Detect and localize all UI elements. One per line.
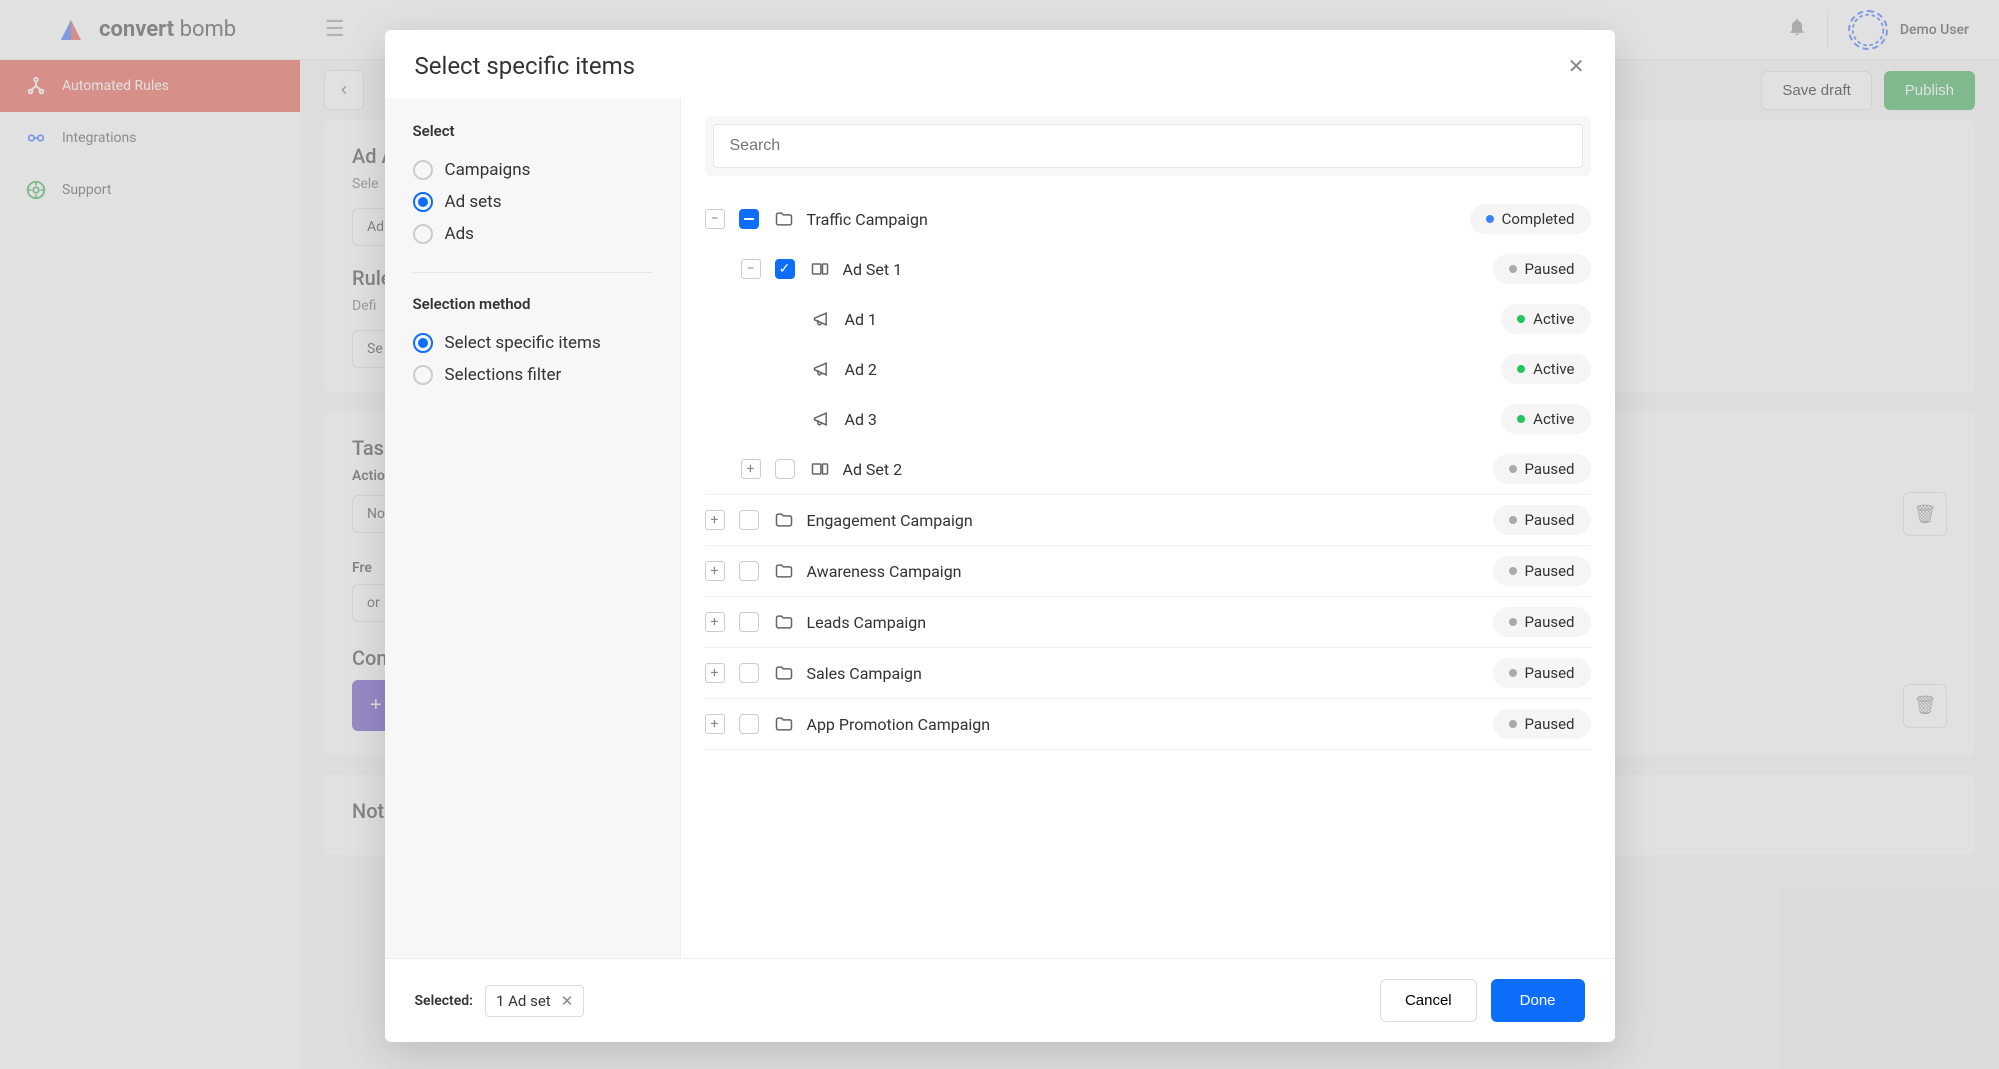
status-badge: Paused bbox=[1493, 505, 1591, 535]
checkbox[interactable] bbox=[775, 459, 795, 479]
status-badge: Active bbox=[1501, 304, 1590, 334]
expand-icon[interactable]: + bbox=[741, 459, 761, 479]
radio-adsets[interactable]: Ad sets bbox=[413, 186, 652, 218]
status-badge: Paused bbox=[1493, 709, 1591, 739]
radio-icon bbox=[413, 192, 433, 212]
node-label: Awareness Campaign bbox=[807, 562, 962, 581]
selected-label: Selected: bbox=[415, 993, 473, 1009]
radio-campaigns[interactable]: Campaigns bbox=[413, 154, 652, 186]
status-badge: Active bbox=[1501, 354, 1590, 384]
tree-node-adset[interactable]: + Ad Set 2 Paused bbox=[705, 444, 1591, 495]
checkbox-checked[interactable]: ✓ bbox=[775, 259, 795, 279]
checkbox[interactable] bbox=[739, 612, 759, 632]
expand-icon[interactable]: + bbox=[705, 714, 725, 734]
status-badge: Paused bbox=[1493, 556, 1591, 586]
radio-icon bbox=[413, 365, 433, 385]
megaphone-icon bbox=[811, 358, 833, 380]
tree-node-campaign[interactable]: + Engagement Campaign Paused bbox=[705, 495, 1591, 546]
tree-node-campaign[interactable]: + Sales Campaign Paused bbox=[705, 648, 1591, 699]
tree-node-campaign[interactable]: + App Promotion Campaign Paused bbox=[705, 699, 1591, 750]
radio-filter[interactable]: Selections filter bbox=[413, 359, 652, 391]
radio-specific[interactable]: Select specific items bbox=[413, 327, 652, 359]
expand-icon[interactable]: + bbox=[705, 561, 725, 581]
checkbox[interactable] bbox=[739, 510, 759, 530]
node-label: Engagement Campaign bbox=[807, 511, 973, 530]
select-label: Select bbox=[413, 122, 652, 140]
folder-icon bbox=[773, 509, 795, 531]
done-button[interactable]: Done bbox=[1491, 979, 1585, 1022]
node-label: Ad 3 bbox=[845, 410, 877, 429]
search-input[interactable] bbox=[713, 124, 1583, 168]
radio-ads[interactable]: Ads bbox=[413, 218, 652, 250]
radio-icon bbox=[413, 333, 433, 353]
method-label: Selection method bbox=[413, 295, 652, 313]
folder-icon bbox=[773, 611, 795, 633]
node-label: Ad 2 bbox=[845, 360, 877, 379]
folder-icon bbox=[773, 208, 795, 230]
expand-icon[interactable]: + bbox=[705, 663, 725, 683]
status-badge: Paused bbox=[1493, 454, 1591, 484]
selected-chip: 1 Ad set ✕ bbox=[485, 985, 584, 1017]
expand-icon[interactable]: + bbox=[705, 612, 725, 632]
collapse-icon[interactable]: − bbox=[741, 259, 761, 279]
checkbox-indeterminate[interactable] bbox=[739, 209, 759, 229]
tree-node-adset[interactable]: − ✓ Ad Set 1 Paused bbox=[705, 244, 1591, 294]
tree-node-ad[interactable]: Ad 3 Active bbox=[705, 394, 1591, 444]
status-badge: Paused bbox=[1493, 607, 1591, 637]
folder-icon bbox=[773, 662, 795, 684]
node-label: App Promotion Campaign bbox=[807, 715, 991, 734]
tree-node-ad[interactable]: Ad 1 Active bbox=[705, 294, 1591, 344]
node-label: Leads Campaign bbox=[807, 613, 927, 632]
node-label: Sales Campaign bbox=[807, 664, 922, 683]
modal-main: − Traffic Campaign Completed − ✓ Ad Set … bbox=[681, 98, 1615, 958]
tree-node-ad[interactable]: Ad 2 Active bbox=[705, 344, 1591, 394]
radio-icon bbox=[413, 160, 433, 180]
modal-title: Select specific items bbox=[415, 52, 636, 80]
cancel-button[interactable]: Cancel bbox=[1380, 979, 1477, 1022]
checkbox[interactable] bbox=[739, 663, 759, 683]
collapse-icon[interactable]: − bbox=[705, 209, 725, 229]
tree-node-campaign[interactable]: − Traffic Campaign Completed bbox=[705, 194, 1591, 244]
status-badge: Paused bbox=[1493, 254, 1591, 284]
status-badge: Paused bbox=[1493, 658, 1591, 688]
checkbox[interactable] bbox=[739, 561, 759, 581]
close-button[interactable]: ✕ bbox=[1568, 54, 1585, 79]
search-container bbox=[705, 116, 1591, 176]
select-items-modal: Select specific items ✕ Select Campaigns… bbox=[385, 30, 1615, 1042]
checkbox[interactable] bbox=[739, 714, 759, 734]
node-label: Traffic Campaign bbox=[807, 210, 928, 229]
tree-node-campaign[interactable]: + Leads Campaign Paused bbox=[705, 597, 1591, 648]
close-icon: ✕ bbox=[1568, 56, 1585, 78]
node-label: Ad Set 1 bbox=[843, 260, 903, 279]
node-label: Ad Set 2 bbox=[843, 460, 903, 479]
folder-icon bbox=[773, 560, 795, 582]
radio-icon bbox=[413, 224, 433, 244]
adset-icon bbox=[809, 458, 831, 480]
megaphone-icon bbox=[811, 308, 833, 330]
status-badge: Completed bbox=[1470, 204, 1591, 234]
expand-icon[interactable]: + bbox=[705, 510, 725, 530]
adset-icon bbox=[809, 258, 831, 280]
node-label: Ad 1 bbox=[845, 310, 877, 329]
folder-icon bbox=[773, 713, 795, 735]
modal-sidebar: Select Campaigns Ad sets Ads Selection m… bbox=[385, 98, 681, 958]
megaphone-icon bbox=[811, 408, 833, 430]
chip-remove-icon[interactable]: ✕ bbox=[561, 992, 574, 1010]
status-badge: Active bbox=[1501, 404, 1590, 434]
tree-node-campaign[interactable]: + Awareness Campaign Paused bbox=[705, 546, 1591, 597]
